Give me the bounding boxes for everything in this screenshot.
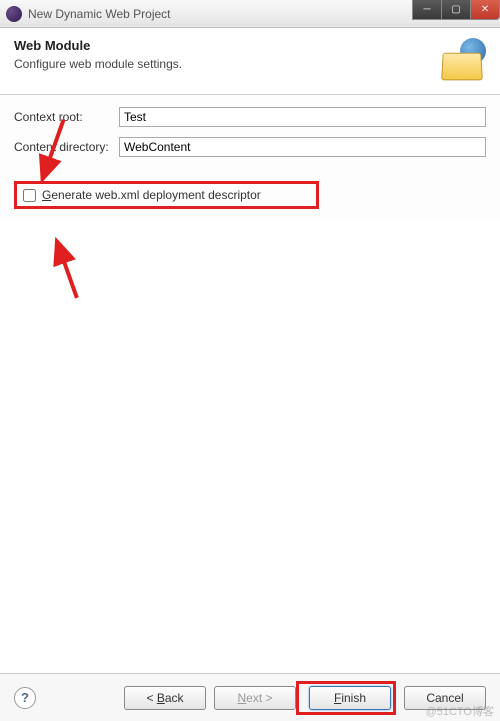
finish-highlight: Finish: [296, 681, 396, 715]
content-directory-label: Content directory:: [14, 140, 119, 154]
generate-webxml-label: GGenerate web.xml deployment descriptore…: [42, 188, 261, 202]
context-root-row: Context root:: [14, 107, 486, 127]
wizard-header: Web Module Configure web module settings…: [0, 28, 500, 95]
help-button[interactable]: ?: [14, 687, 36, 709]
watermark: @51CTO博客: [426, 703, 494, 719]
window-controls: ─ ▢ ✕: [413, 0, 500, 20]
generate-webxml-row[interactable]: GGenerate web.xml deployment descriptore…: [14, 181, 319, 209]
finish-button[interactable]: Finish: [309, 686, 391, 710]
titlebar: New Dynamic Web Project ─ ▢ ✕: [0, 0, 500, 28]
context-root-label: Context root:: [14, 110, 119, 124]
wizard-content: Context root: Content directory: GGenera…: [0, 95, 500, 221]
close-button[interactable]: ✕: [470, 0, 500, 20]
page-subtitle: Configure web module settings.: [14, 57, 182, 71]
next-button: Next >: [214, 686, 296, 710]
generate-webxml-checkbox[interactable]: [23, 189, 36, 202]
content-directory-row: Content directory:: [14, 137, 486, 157]
window-title: New Dynamic Web Project: [28, 7, 171, 21]
maximize-button[interactable]: ▢: [441, 0, 471, 20]
annotation-arrow-icon: [47, 227, 100, 313]
context-root-input[interactable]: [119, 107, 486, 127]
web-folder-icon: [440, 38, 486, 80]
page-title: Web Module: [14, 38, 182, 53]
content-directory-input[interactable]: [119, 137, 486, 157]
eclipse-icon: [6, 6, 22, 22]
back-button[interactable]: < Back: [124, 686, 206, 710]
minimize-button[interactable]: ─: [412, 0, 442, 20]
